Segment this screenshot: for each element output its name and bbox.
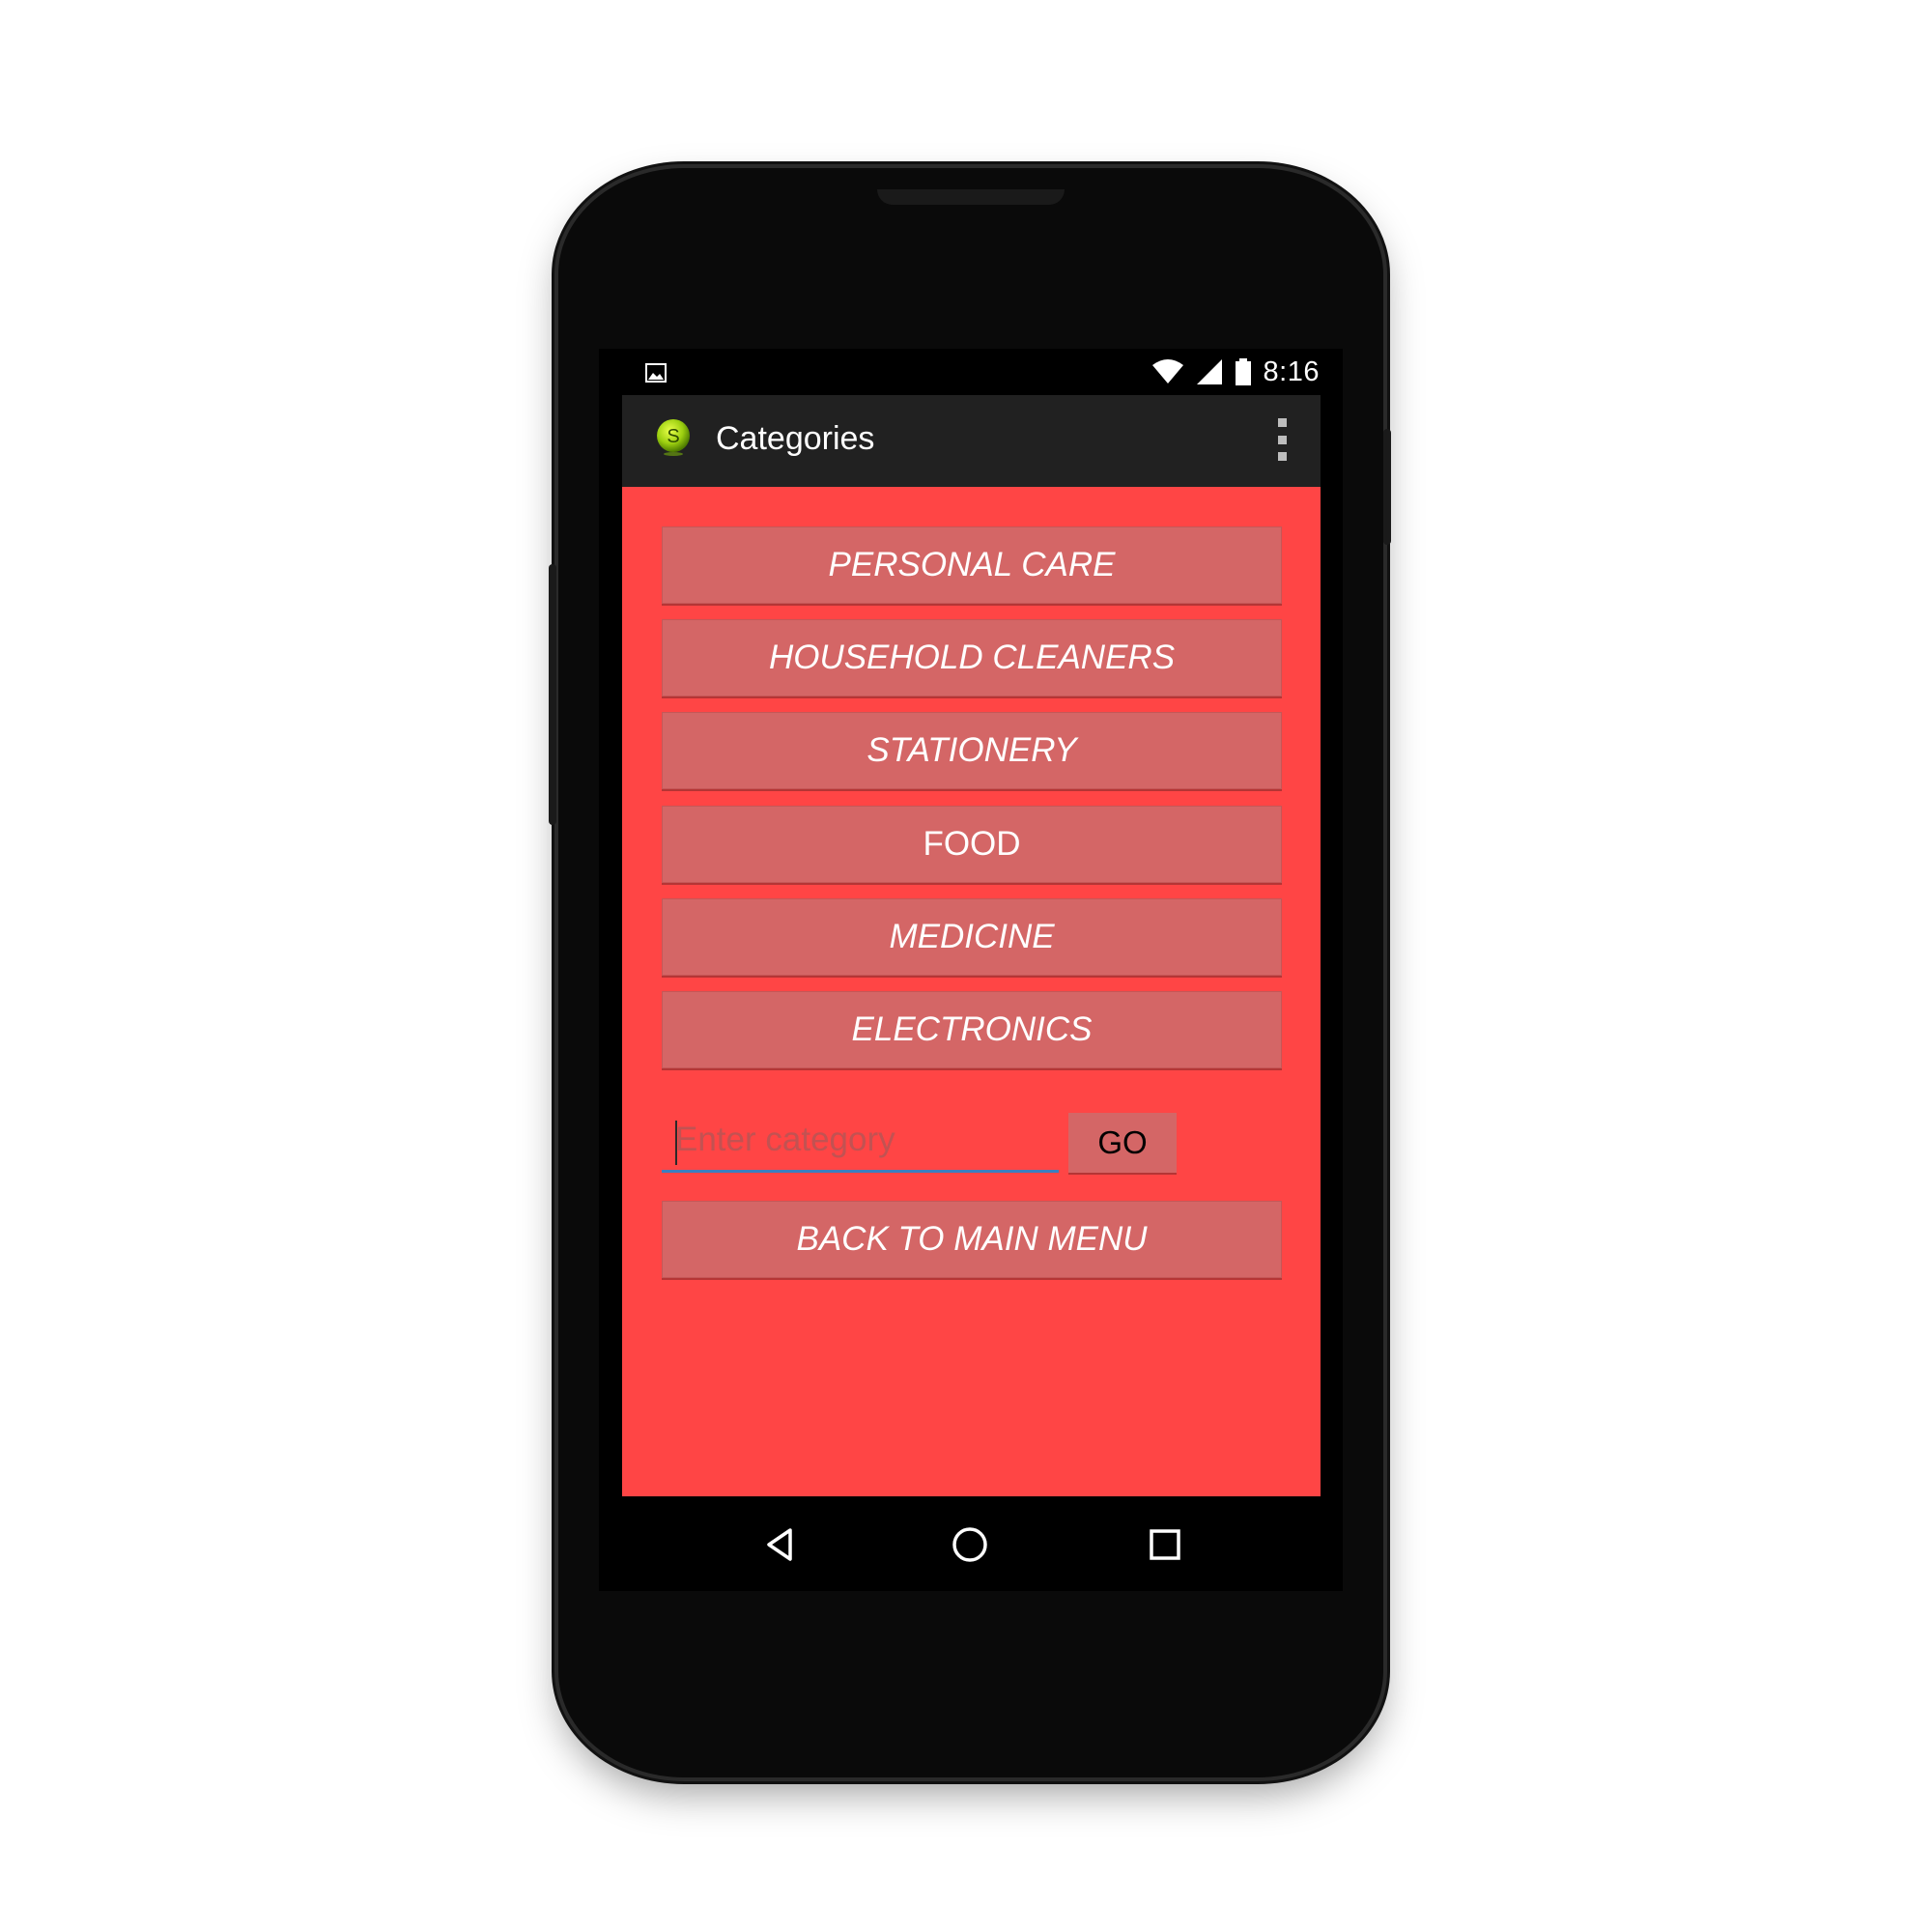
category-input-wrapper [662, 1113, 1059, 1173]
navigation-bar [599, 1496, 1343, 1591]
power-button [1383, 429, 1391, 545]
category-button-electronics[interactable]: ELECTRONICS [662, 991, 1282, 1068]
speaker-grille [877, 189, 1065, 205]
recents-icon[interactable] [1146, 1525, 1184, 1564]
volume-button [549, 564, 556, 825]
category-button-food[interactable]: FOOD [662, 806, 1282, 883]
app-logo-icon[interactable]: S [654, 418, 693, 457]
app-logo-letter: S [667, 426, 679, 447]
category-button-medicine[interactable]: MEDICINE [662, 898, 1282, 976]
category-button-stationery[interactable]: STATIONERY [662, 712, 1282, 789]
device-screen: 8:16 S Categories PERSONAL CARE HOUSEHOL… [599, 349, 1343, 1591]
categories-panel: PERSONAL CARE HOUSEHOLD CLEANERS STATION… [622, 487, 1321, 1496]
category-search-input[interactable] [662, 1113, 1059, 1173]
back-icon[interactable] [761, 1525, 800, 1564]
status-bar: 8:16 [599, 349, 1343, 395]
wifi-icon [1151, 359, 1183, 384]
category-button-personal-care[interactable]: PERSONAL CARE [662, 526, 1282, 604]
text-caret [675, 1121, 677, 1165]
image-notification-icon [645, 363, 667, 383]
action-bar: S Categories [622, 395, 1321, 487]
battery-icon [1235, 358, 1251, 385]
cell-signal-icon [1196, 359, 1222, 384]
overflow-menu-icon[interactable] [1274, 418, 1290, 461]
status-icons: 8:16 [1151, 356, 1320, 387]
back-to-main-menu-button[interactable]: BACK TO MAIN MENU [662, 1201, 1282, 1278]
category-button-household-cleaners[interactable]: HOUSEHOLD CLEANERS [662, 619, 1282, 696]
go-button[interactable]: GO [1068, 1113, 1177, 1173]
page-title: Categories [716, 420, 875, 457]
status-clock: 8:16 [1263, 355, 1320, 387]
home-icon[interactable] [951, 1525, 989, 1564]
